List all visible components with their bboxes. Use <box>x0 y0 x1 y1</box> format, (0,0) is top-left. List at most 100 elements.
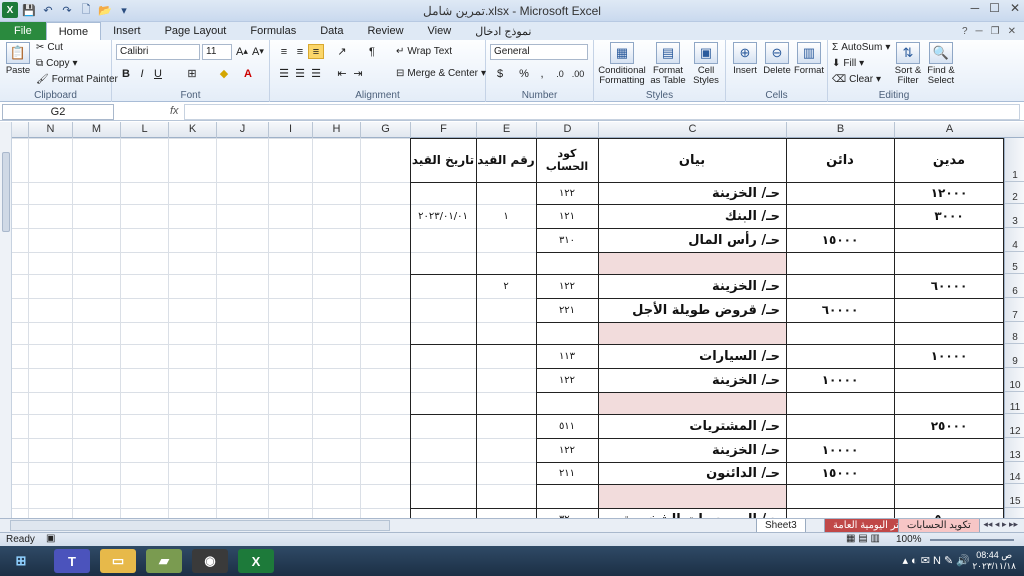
shrink-font-icon[interactable]: A ▾ <box>250 44 266 59</box>
format-cells-button[interactable]: ▥ Format <box>792 42 826 76</box>
percent-button[interactable]: % <box>516 66 532 81</box>
align-right-icon[interactable]: ☰ <box>308 66 324 81</box>
maximize-icon[interactable]: ☐ <box>989 1 1000 15</box>
clear-button[interactable]: ⌫ Clear ▾ <box>832 74 881 85</box>
col-header-7[interactable]: G <box>360 122 410 138</box>
worksheet-grid[interactable]: تاريخ القيد رقم القيد كود الحساب بيان دائن مد… <box>12 138 1004 518</box>
merge-center-button[interactable]: ⊟ Merge & Center ▾ <box>396 68 486 79</box>
borders-icon[interactable]: ⊞ <box>184 66 200 81</box>
clock[interactable]: 08:44 ص ٢٠٢٣/١١/١٨ <box>972 550 1016 572</box>
fx-icon[interactable]: fx <box>170 105 179 117</box>
formula-input[interactable] <box>184 104 1020 120</box>
macro-record-icon[interactable]: ▣ <box>46 533 55 544</box>
camera-icon[interactable]: ◉ <box>192 549 228 573</box>
decrease-indent-icon[interactable]: ⇤ <box>334 66 350 81</box>
row-header-9[interactable]: 9 <box>1005 344 1024 368</box>
fill-button[interactable]: ⬇ Fill ▾ <box>832 58 864 69</box>
col-header-3[interactable]: K <box>168 122 216 138</box>
col-header-10[interactable]: D <box>536 122 598 138</box>
bold-button[interactable]: B <box>118 66 134 81</box>
font-color-icon[interactable]: A <box>240 66 256 81</box>
italic-button[interactable]: I <box>134 66 150 81</box>
increase-decimal-icon[interactable]: .0 <box>552 66 568 81</box>
row-header-2[interactable]: 2 <box>1005 182 1024 204</box>
col-header-6[interactable]: H <box>312 122 360 138</box>
tab-1[interactable]: Home <box>45 22 102 40</box>
row-header-16[interactable]: 16 <box>1005 508 1024 518</box>
row-header-1[interactable]: 1 <box>1005 138 1024 182</box>
app-icon[interactable]: ▰ <box>146 549 182 573</box>
start-button-icon[interactable]: ⊞ <box>6 549 36 573</box>
minimize-icon[interactable]: ─ <box>971 1 980 15</box>
cut-button[interactable]: ✂ Cut <box>36 42 63 53</box>
zoom-slider[interactable] <box>930 539 1014 541</box>
tab-5[interactable]: Data <box>308 22 355 40</box>
col-header-4[interactable]: J <box>216 122 268 138</box>
workbook-minimize-icon[interactable]: ─ <box>976 26 983 37</box>
help-icon[interactable]: ? <box>962 26 968 37</box>
row-header-15[interactable]: 15 <box>1005 484 1024 508</box>
sheet-tab-accounts[interactable]: تكويد الحسابات <box>898 519 980 533</box>
row-header-8[interactable]: 8 <box>1005 322 1024 344</box>
format-as-table-button[interactable]: ▤ Format as Table <box>648 42 688 86</box>
row-header-13[interactable]: 13 <box>1005 438 1024 462</box>
align-left-icon[interactable]: ☰ <box>276 66 292 81</box>
sheet-nav-icon[interactable]: ◂◂ ◂ ▸ ▸▸ <box>983 519 1018 530</box>
sort-filter-button[interactable]: ⇅ Sort & Filter <box>892 42 924 86</box>
comma-button[interactable]: , <box>534 66 550 81</box>
teams-icon[interactable]: T <box>54 549 90 573</box>
cell-styles-button[interactable]: ▣ Cell Styles <box>688 42 724 86</box>
grow-font-icon[interactable]: A ▴ <box>234 44 250 59</box>
col-header-9[interactable]: E <box>476 122 536 138</box>
find-select-button[interactable]: 🔍 Find & Select <box>924 42 958 86</box>
copy-button[interactable]: ⧉ Copy ▾ <box>36 58 78 69</box>
wrap-text-button[interactable]: ↵ Wrap Text <box>396 46 452 57</box>
view-icon[interactable]: ▦ ▤ ▥ <box>846 533 880 544</box>
col-header-1[interactable]: M <box>72 122 120 138</box>
font-size-select[interactable]: 11 <box>202 44 232 60</box>
col-header-12[interactable]: B <box>786 122 894 138</box>
currency-icon[interactable]: $ <box>492 66 508 81</box>
scroll-thumb[interactable] <box>2 152 10 232</box>
workbook-restore-icon[interactable]: ❐ <box>991 26 1000 37</box>
row-header-12[interactable]: 12 <box>1005 414 1024 438</box>
delete-cells-button[interactable]: ⊖ Delete <box>760 42 794 76</box>
vertical-scrollbar[interactable] <box>0 122 12 518</box>
align-center-icon[interactable]: ☰ <box>292 66 308 81</box>
zoom-level[interactable]: 100% <box>896 534 922 545</box>
file-explorer-icon[interactable]: ▭ <box>100 549 136 573</box>
selected-cell-g2[interactable] <box>360 182 410 204</box>
sheet-tab-sheet3[interactable]: Sheet3 <box>756 519 806 533</box>
align-middle-icon[interactable]: ≡ <box>292 44 308 59</box>
tray-icons[interactable]: ▴ ◐ ✉ N ✎ 🔊 <box>902 554 970 567</box>
row-header-11[interactable]: 11 <box>1005 392 1024 414</box>
row-header-5[interactable]: 5 <box>1005 252 1024 274</box>
row-header-3[interactable]: 3 <box>1005 204 1024 228</box>
name-box[interactable]: G2 <box>2 104 114 120</box>
text-direction-icon[interactable]: ¶ <box>364 44 380 59</box>
horizontal-scrollbar[interactable] <box>10 520 390 531</box>
excel-taskbar-icon[interactable]: X <box>238 549 274 573</box>
col-header-5[interactable]: I <box>268 122 312 138</box>
tab-4[interactable]: Formulas <box>238 22 308 40</box>
row-header-4[interactable]: 4 <box>1005 228 1024 252</box>
row-header-14[interactable]: 14 <box>1005 462 1024 484</box>
autosum-button[interactable]: Σ AutoSum ▾ <box>832 42 890 53</box>
col-header-0[interactable]: N <box>28 122 72 138</box>
format-painter-button[interactable]: 🖌 Format Painter <box>36 74 118 85</box>
fill-color-icon[interactable]: ◆ <box>216 66 232 81</box>
tab-8[interactable]: نموذج ادخال <box>463 22 543 40</box>
tab-6[interactable]: Review <box>355 22 415 40</box>
col-header-2[interactable]: L <box>120 122 168 138</box>
paste-button[interactable]: 📋 Paste <box>4 42 32 76</box>
align-bottom-icon[interactable]: ≡ <box>308 44 324 59</box>
tab-2[interactable]: Insert <box>101 22 153 40</box>
decrease-decimal-icon[interactable]: .00 <box>570 66 586 81</box>
col-header-11[interactable]: C <box>598 122 786 138</box>
col-header-8[interactable]: F <box>410 122 476 138</box>
font-name-select[interactable]: Calibri <box>116 44 200 60</box>
col-header-13[interactable]: A <box>894 122 1004 138</box>
underline-button[interactable]: U <box>150 66 166 81</box>
row-header-7[interactable]: 7 <box>1005 298 1024 322</box>
conditional-formatting-button[interactable]: ▦ Conditional Formatting <box>596 42 648 86</box>
